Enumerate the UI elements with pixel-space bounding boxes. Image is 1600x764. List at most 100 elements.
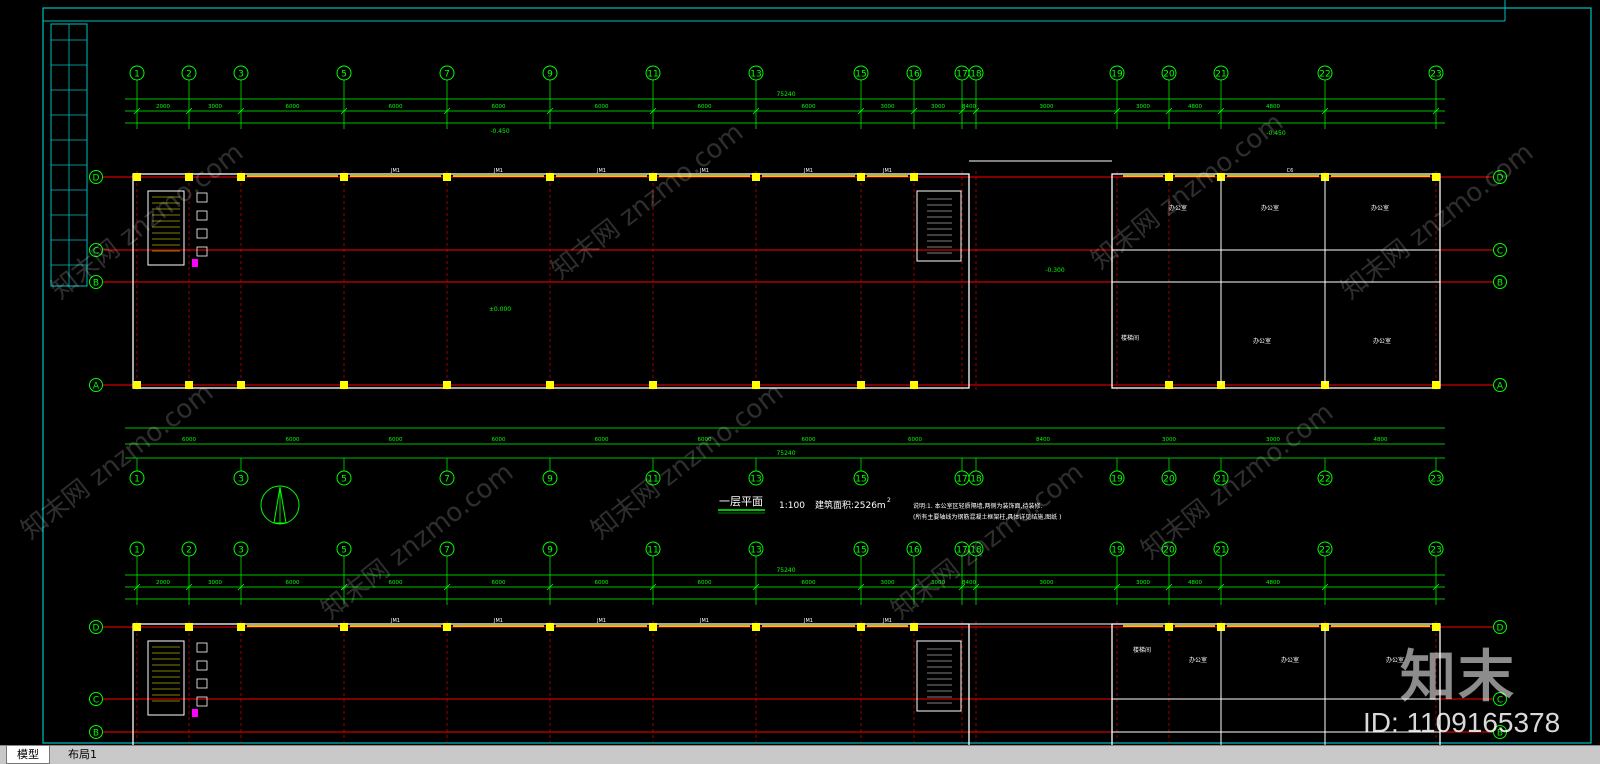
area-superscript: 2 xyxy=(887,497,891,504)
axis-label-bottom: 7 xyxy=(444,475,450,485)
dimension-text: 3000 xyxy=(1040,104,1054,110)
cad-drawing-canvas[interactable]: 75240 2000 3000 6000 6000 6000 6000 6000 6000 300… xyxy=(0,0,1600,745)
axis-label: 16 xyxy=(908,70,920,80)
axis-label: 11 xyxy=(647,546,658,556)
dimension-total: 75240 xyxy=(776,91,795,98)
stair-middle xyxy=(916,190,962,262)
tab-model[interactable]: 模型 xyxy=(6,746,50,764)
dimension-text: 6000 xyxy=(802,104,816,110)
structural-column xyxy=(237,381,245,389)
structural-column xyxy=(857,381,865,389)
level-mark: -0.300 xyxy=(1045,267,1065,274)
dimension-text: 3000 xyxy=(1040,580,1054,586)
fixture-marker xyxy=(192,259,198,267)
axis-label: 17 xyxy=(956,70,967,80)
window-label: JM1 xyxy=(699,618,709,624)
axis-label-bottom: 13 xyxy=(750,475,761,485)
axis-label-bottom: 17 xyxy=(956,475,967,485)
structural-column xyxy=(910,173,918,181)
window-label: JM1 xyxy=(390,618,400,624)
structural-column xyxy=(237,173,245,181)
axis-label-bottom: 3 xyxy=(238,475,244,485)
dimension-text: 3000 xyxy=(931,104,945,110)
plan-title: 一层平面 xyxy=(719,495,763,508)
dimension-text: 6000 xyxy=(389,104,403,110)
dimension-text-bottom: 6000 xyxy=(286,437,300,443)
structural-column xyxy=(237,623,245,631)
structural-column xyxy=(443,381,451,389)
watermark-text: 知末网 znzmo.com xyxy=(546,117,749,285)
dimension-text: 6000 xyxy=(698,580,712,586)
row-axis-label: D xyxy=(93,174,100,184)
row-axis-label: D xyxy=(93,624,100,634)
room-label: 楼梯间 xyxy=(1121,334,1139,342)
dimension-text-bottom: 6000 xyxy=(182,437,196,443)
fixture-marker xyxy=(192,709,198,717)
row-axis-label: A xyxy=(93,382,100,392)
room-label: 办公室 xyxy=(1371,204,1389,212)
stair-middle xyxy=(916,640,962,712)
west-block-walls xyxy=(132,623,970,745)
room-label: 办公室 xyxy=(1253,337,1271,345)
structural-column xyxy=(546,381,554,389)
structural-column xyxy=(1165,173,1173,181)
watermark-layer: 知末网 znzmo.com 知末网 znzmo.com 知末网 znzmo.com 知… xyxy=(16,107,1539,625)
axis-label: 21 xyxy=(1215,546,1226,556)
axis-label: 23 xyxy=(1430,546,1441,556)
layout-tab-bar: 模型 布局1 xyxy=(0,745,1600,764)
dimension-text: 4800 xyxy=(1266,580,1280,586)
dimension-text-bottom: 6000 xyxy=(908,437,922,443)
toilet-fixture xyxy=(196,696,208,707)
window-label: JM1 xyxy=(493,168,503,174)
watermark-text: 知末网 znzmo.com xyxy=(586,377,789,545)
axis-label: 7 xyxy=(444,546,450,556)
axis-label: 15 xyxy=(855,546,866,556)
dimension-text: 6000 xyxy=(802,580,816,586)
row-axis-label: A xyxy=(1497,382,1504,392)
axis-label-bottom: 20 xyxy=(1163,475,1175,485)
axis-label: 7 xyxy=(444,70,450,80)
window-label: JM1 xyxy=(882,168,892,174)
toilet-fixture xyxy=(196,210,208,221)
dimension-text: 3000 xyxy=(881,580,895,586)
second-floor-plan: 752402000 3000 6000 6000 6000 6000 6000 6000 300… xyxy=(89,541,1507,745)
window-label: JM1 xyxy=(596,618,606,624)
axis-label: 3 xyxy=(238,70,244,80)
axis-label: 22 xyxy=(1319,70,1330,80)
axis-label: 1 xyxy=(134,70,140,80)
stair-west xyxy=(147,640,185,716)
axis-label: 20 xyxy=(1163,70,1175,80)
dimension-text-bottom: 3000 xyxy=(1162,437,1176,443)
axis-label: 5 xyxy=(341,70,347,80)
axis-label-bottom: 23 xyxy=(1430,475,1441,485)
structural-column xyxy=(133,173,141,181)
watermark-text: 知末网 znzmo.com xyxy=(886,457,1089,625)
structural-column xyxy=(649,381,657,389)
structural-column xyxy=(185,623,193,631)
structural-column xyxy=(443,623,451,631)
dimension-text: 4800 xyxy=(1188,104,1202,110)
dimension-text: 2000 xyxy=(156,580,170,586)
structural-column xyxy=(649,623,657,631)
dimension-text: 3000 xyxy=(1136,580,1150,586)
toilet-fixture xyxy=(196,642,208,653)
structural-column xyxy=(857,623,865,631)
watermark-id-text: ID: 1109165378 xyxy=(1363,707,1561,738)
structural-column xyxy=(1165,623,1173,631)
window-label: JM1 xyxy=(803,618,813,624)
structural-column xyxy=(340,623,348,631)
window-label: JM1 xyxy=(803,168,813,174)
axis-label: 2 xyxy=(186,70,192,80)
axis-label: 9 xyxy=(547,70,553,80)
axis-label-bottom: 1 xyxy=(134,475,140,485)
structural-column xyxy=(857,173,865,181)
window-label: JM1 xyxy=(882,618,892,624)
structural-column xyxy=(910,623,918,631)
dimension-text: 3000 xyxy=(1136,104,1150,110)
window-label: JM1 xyxy=(390,168,400,174)
drawing-frame xyxy=(42,0,1592,744)
axis-label: 22 xyxy=(1319,546,1330,556)
structural-column xyxy=(1432,381,1440,389)
tab-layout1[interactable]: 布局1 xyxy=(58,746,107,763)
dimension-text-bottom: 6000 xyxy=(492,437,506,443)
